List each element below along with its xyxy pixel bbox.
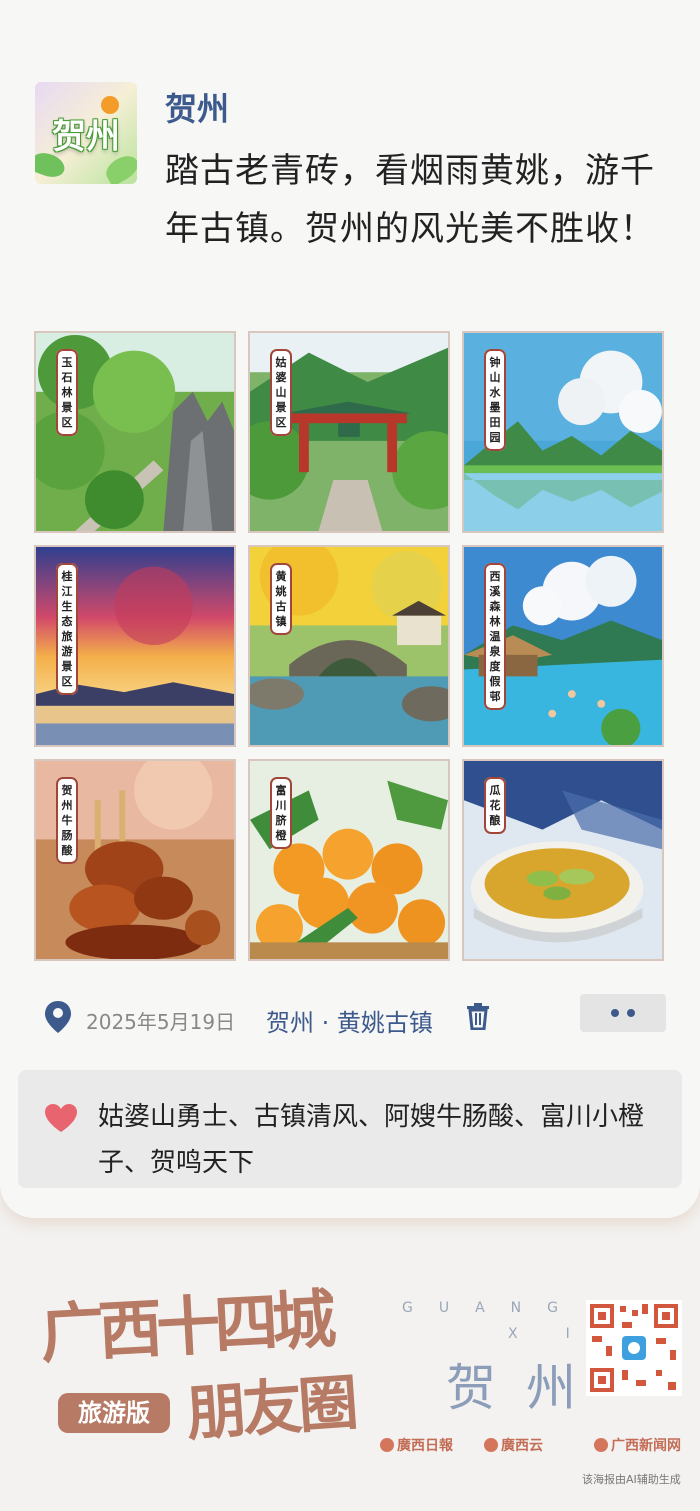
brand-title-line2: 朋友圈 — [184, 1368, 357, 1450]
ai-disclaimer: 该海报由AI辅助生成 — [582, 1473, 681, 1486]
photo-grid: 玉石林景区 姑婆山景区 钟山水墨田园 桂江生态旅游景区 黄姚古镇 西溪森林温泉度… — [34, 331, 664, 961]
publisher-logo: 广西新闻网 — [594, 1435, 681, 1455]
post-date: 2025年5月19日 — [86, 1010, 236, 1034]
trash-icon[interactable] — [465, 1002, 491, 1030]
qr-code[interactable] — [586, 1300, 682, 1396]
city-calligraphy: 贺州 — [446, 1359, 606, 1417]
photo-tile[interactable]: 桂江生态旅游景区 — [34, 545, 236, 747]
photo-tile[interactable]: 钟山水墨田园 — [462, 331, 664, 533]
edition-badge: 旅游版 — [58, 1393, 170, 1433]
tile-label: 贺州牛肠酸 — [56, 777, 78, 864]
tile-label: 瓜花酿 — [484, 777, 506, 834]
moments-card: 贺州 贺州 踏古老青砖，看烟雨黄姚，游千年古镇。贺州的风光美不胜收！ 玉石林景区 — [0, 0, 700, 1218]
avatar[interactable]: 贺州 — [35, 82, 137, 184]
photo-tile[interactable]: 黄姚古镇 — [248, 545, 450, 747]
logo-mark-icon — [484, 1438, 498, 1452]
photo-tile[interactable]: 玉石林景区 — [34, 331, 236, 533]
dot-icon — [627, 1009, 635, 1017]
heart-icon[interactable] — [44, 1103, 78, 1133]
logo-mark-icon — [380, 1438, 394, 1452]
more-options-button[interactable] — [580, 994, 666, 1032]
likes-panel: 姑婆山勇士、古镇清风、阿嫂牛肠酸、富川小橙子、贺鸣天下 — [18, 1070, 682, 1188]
guang-lettering: GUANG — [402, 1300, 584, 1316]
likes-list: 姑婆山勇士、古镇清风、阿嫂牛肠酸、富川小橙子、贺鸣天下 — [98, 1102, 645, 1178]
publisher-logo: 廣西日報 — [380, 1435, 453, 1455]
tile-label: 黄姚古镇 — [270, 563, 292, 635]
logo-mark-icon — [594, 1438, 608, 1452]
tile-label: 钟山水墨田园 — [484, 349, 506, 451]
photo-tile[interactable]: 姑婆山景区 — [248, 331, 450, 533]
location-pin-icon — [45, 1001, 71, 1033]
post-text: 踏古老青砖，看烟雨黄姚，游千年古镇。贺州的风光美不胜收！ — [165, 151, 655, 249]
photo-tile[interactable]: 贺州牛肠酸 — [34, 759, 236, 961]
tile-label: 玉石林景区 — [56, 349, 78, 436]
photo-tile[interactable]: 富川脐橙 — [248, 759, 450, 961]
tile-label: 桂江生态旅游景区 — [56, 563, 78, 695]
avatar-text: 贺州 — [52, 116, 120, 157]
publisher-logos: 廣西日報 廣西云 广西新闻网 — [380, 1435, 681, 1457]
photo-tile[interactable]: 瓜花酿 — [462, 759, 664, 961]
post-location[interactable]: 贺州 · 黄姚古镇 — [266, 1003, 433, 1038]
publisher-logo: 廣西云 — [484, 1435, 543, 1455]
tile-label: 西溪森林温泉度假邨 — [484, 563, 506, 710]
tile-label: 姑婆山景区 — [270, 349, 292, 436]
username[interactable]: 贺州 — [165, 84, 229, 130]
post-meta: 2025年5月19日 贺州 · 黄姚古镇 — [0, 994, 700, 1044]
photo-tile[interactable]: 西溪森林温泉度假邨 — [462, 545, 664, 747]
dot-icon — [611, 1009, 619, 1017]
tile-label: 富川脐橙 — [270, 777, 292, 849]
